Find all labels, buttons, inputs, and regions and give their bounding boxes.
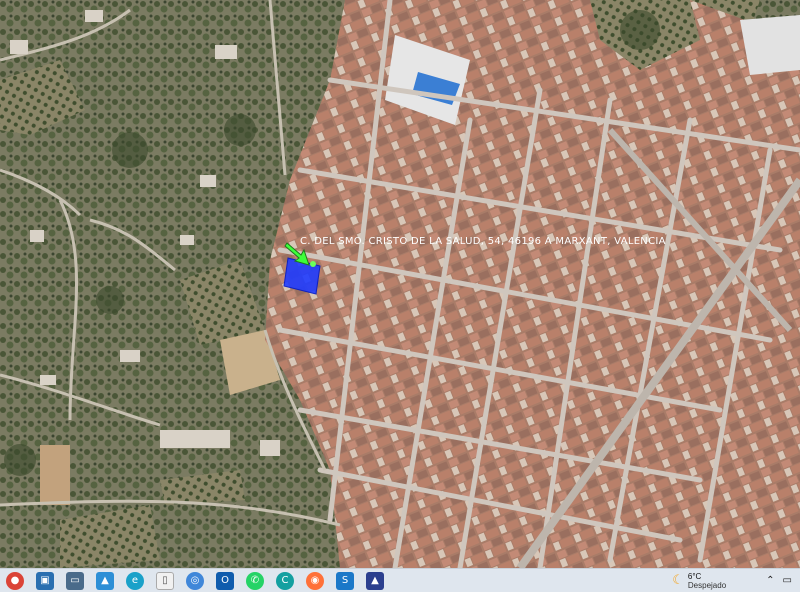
- weather-temp: 6°C: [687, 571, 702, 581]
- window-icon[interactable]: ▭: [66, 571, 84, 590]
- c-icon[interactable]: C: [276, 571, 294, 590]
- taskbar: ● ▣ ▭ ▲ e ▯ ◎ O ✆ C ◉ S ▲ ☾ 6°C Despejad…: [0, 568, 800, 592]
- satellite-map-image[interactable]: C. DEL SMO. CRISTO DE LA SALUD, 54, 4619…: [0, 0, 800, 568]
- network-icon[interactable]: ▭: [783, 575, 792, 586]
- start-button[interactable]: ●: [6, 571, 24, 590]
- edge-icon[interactable]: e: [126, 571, 144, 590]
- moon-icon: ☾: [672, 573, 684, 588]
- system-tray: ☾ 6°C Despejado ⌃ ▭: [672, 569, 800, 592]
- placemark-label: C. DEL SMO. CRISTO DE LA SALUD, 54, 4619…: [300, 236, 666, 247]
- satellite-map[interactable]: C. DEL SMO. CRISTO DE LA SALUD, 54, 4619…: [0, 0, 800, 568]
- weather-condition: Despejado: [687, 580, 727, 590]
- a-icon[interactable]: ▲: [366, 571, 384, 590]
- globe-icon[interactable]: ◎: [186, 571, 204, 590]
- firefox-icon[interactable]: ◉: [306, 571, 324, 590]
- weather-widget[interactable]: ☾ 6°C Despejado: [672, 572, 726, 590]
- file-icon[interactable]: ▯: [156, 571, 174, 590]
- chevron-up-icon[interactable]: ⌃: [766, 575, 774, 586]
- outlook-icon[interactable]: O: [216, 571, 234, 590]
- whatsapp-icon[interactable]: ✆: [246, 571, 264, 590]
- window-icon[interactable]: ▣: [36, 571, 54, 590]
- s-icon[interactable]: S: [336, 571, 354, 590]
- placemark-pin-icon: [310, 261, 316, 267]
- photos-icon[interactable]: ▲: [96, 571, 114, 590]
